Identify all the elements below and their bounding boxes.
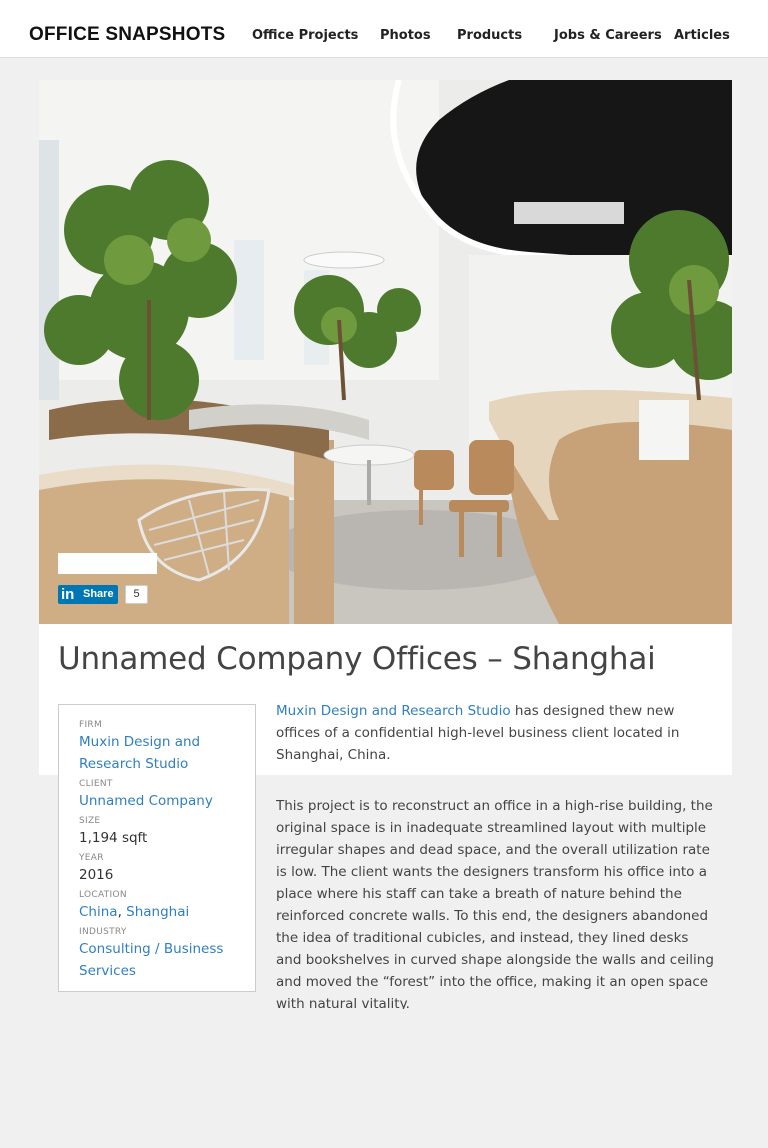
nav-photos[interactable]: Photos: [380, 28, 431, 43]
nav-products[interactable]: Products: [457, 28, 522, 43]
year-value: 2016: [79, 867, 114, 883]
office-interior-illustration: [39, 80, 732, 624]
location-country-link[interactable]: China: [79, 904, 118, 920]
intro-paragraph: Muxin Design and Research Studio has des…: [276, 700, 716, 766]
location-city-link[interactable]: Shanghai: [126, 904, 189, 920]
nav-office-projects[interactable]: Office Projects: [252, 28, 358, 43]
nav-articles[interactable]: Articles: [674, 28, 730, 43]
size-value: 1,194 sqft: [79, 830, 148, 846]
client-label: CLIENT: [79, 779, 113, 789]
intro-firm-link[interactable]: Muxin Design and Research Studio: [276, 703, 511, 719]
client-link[interactable]: Unnamed Company: [79, 793, 213, 809]
site-header: OFFICE SNAPSHOTS Office Projects Photos …: [0, 0, 768, 58]
linkedin-icon: in: [61, 586, 75, 603]
location-label: LOCATION: [79, 890, 127, 900]
industry-link[interactable]: Consulting / Business Services: [79, 941, 223, 979]
hero-photo[interactable]: [39, 80, 732, 624]
location-value: China, Shanghai: [79, 901, 249, 923]
nav-jobs-careers[interactable]: Jobs & Careers: [554, 28, 662, 43]
body-paragraph: This project is to reconstruct an office…: [276, 798, 714, 1009]
project-details-box: FIRM Muxin Design and Research Studio CL…: [58, 704, 256, 992]
industry-label: INDUSTRY: [79, 927, 127, 937]
site-logo[interactable]: OFFICE SNAPSHOTS: [29, 24, 225, 46]
page-title: Unnamed Company Offices – Shanghai: [58, 641, 656, 677]
linkedin-share-button[interactable]: in Share: [58, 585, 118, 604]
size-label: SIZE: [79, 816, 101, 826]
share-count: 5: [125, 585, 148, 604]
year-label: YEAR: [79, 853, 104, 863]
firm-link[interactable]: Muxin Design and Research Studio: [79, 734, 200, 772]
firm-label: FIRM: [79, 720, 103, 730]
location-separator: ,: [117, 904, 127, 920]
share-label: Share: [83, 588, 114, 600]
photo-caption-box: [58, 553, 157, 574]
